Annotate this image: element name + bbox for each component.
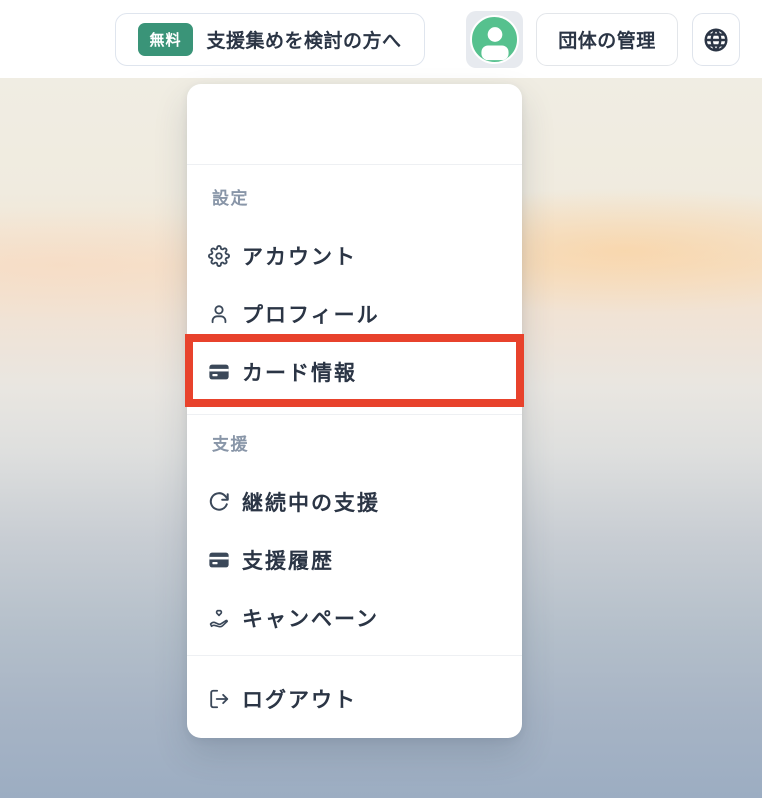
fundraising-cta-button[interactable]: 無料 支援集めを検討の方へ [115, 13, 425, 66]
settings-section: 設定 アカウント プロフィール カード情報 [187, 189, 522, 401]
refresh-icon [208, 491, 230, 513]
menu-item-logout[interactable]: ログアウト [187, 670, 522, 728]
menu-item-label: プロフィール [242, 304, 380, 327]
menu-item-card-info[interactable]: カード情報 [187, 343, 522, 401]
menu-item-account[interactable]: アカウント [187, 227, 522, 285]
logout-icon [208, 688, 230, 710]
menu-user-area [187, 84, 522, 164]
menu-item-campaign[interactable]: キャンペーン [187, 589, 522, 647]
menu-item-support-history[interactable]: 支援履歴 [187, 531, 522, 589]
avatar [470, 15, 519, 64]
credit-card-icon [208, 549, 230, 571]
gear-icon [208, 245, 230, 267]
menu-item-label: ログアウト [242, 689, 357, 712]
menu-item-label: アカウント [242, 246, 357, 269]
cta-label: 支援集めを検討の方へ [206, 31, 402, 52]
menu-item-recurring-support[interactable]: 継続中の支援 [187, 473, 522, 531]
divider [187, 164, 522, 165]
support-section: 支援 継続中の支援 支援履歴 キャンペーン [187, 435, 522, 647]
menu-item-profile[interactable]: プロフィール [187, 285, 522, 343]
user-icon [208, 303, 230, 325]
user-avatar-icon [480, 26, 509, 60]
top-nav: 無料 支援集めを検討の方へ 団体の管理 [0, 0, 762, 78]
hand-heart-icon [208, 607, 230, 629]
menu-item-label: 継続中の支援 [242, 492, 380, 515]
account-menu-button[interactable] [466, 11, 523, 68]
section-label-support: 支援 [212, 435, 249, 454]
divider [187, 655, 522, 656]
org-management-button[interactable]: 団体の管理 [536, 13, 678, 66]
account-dropdown-menu: 設定 アカウント プロフィール カード情報 支援 継続中の支援 支援履歴 キャン… [185, 84, 524, 738]
section-label-settings: 設定 [212, 189, 249, 208]
menu-item-label: キャンペーン [242, 608, 379, 631]
free-badge: 無料 [138, 23, 193, 56]
menu-item-label: カード情報 [242, 362, 357, 385]
language-button[interactable] [692, 13, 740, 66]
org-management-label: 団体の管理 [558, 31, 656, 52]
credit-card-icon [208, 361, 230, 383]
menu-item-label: 支援履歴 [242, 550, 334, 573]
divider [187, 414, 522, 415]
globe-icon [703, 27, 729, 53]
